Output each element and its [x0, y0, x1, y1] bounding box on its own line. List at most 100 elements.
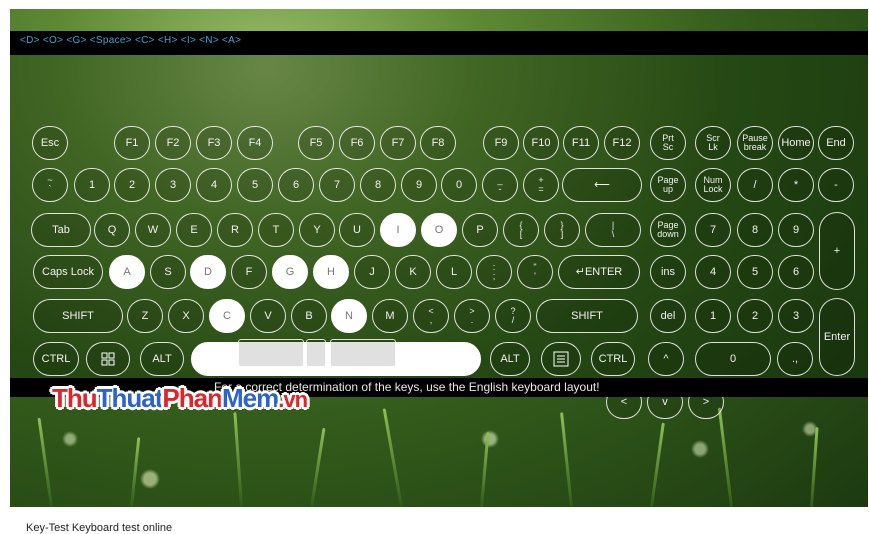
key-o[interactable]: O: [421, 213, 457, 247]
key-np2[interactable]: 2: [737, 299, 773, 333]
key-z[interactable]: Z: [127, 299, 163, 333]
key-esc[interactable]: Esc: [32, 126, 68, 160]
key-np6[interactable]: 6: [778, 255, 814, 289]
key-f[interactable]: F: [231, 255, 267, 289]
key-h[interactable]: H: [313, 255, 349, 289]
key-np7[interactable]: 7: [695, 213, 731, 247]
key-backspace[interactable]: ⟵: [562, 168, 642, 202]
key-s[interactable]: S: [150, 255, 186, 289]
key-np0[interactable]: 0: [695, 342, 771, 376]
key-npenter[interactable]: Enter: [819, 298, 855, 376]
key-f2[interactable]: F2: [155, 126, 191, 160]
key-d2[interactable]: 2: [114, 168, 150, 202]
key-numlock[interactable]: Num Lock: [695, 168, 731, 202]
key-npsub[interactable]: -: [818, 168, 854, 202]
key-tab[interactable]: Tab: [31, 213, 91, 247]
key-qm[interactable]: ? /: [495, 299, 531, 333]
key-d6[interactable]: 6: [278, 168, 314, 202]
key-n[interactable]: N: [331, 299, 367, 333]
key-up[interactable]: ^: [648, 342, 684, 376]
key-f3[interactable]: F3: [196, 126, 232, 160]
key-np4[interactable]: 4: [695, 255, 731, 289]
key-caps[interactable]: Caps Lock: [33, 255, 103, 289]
key-b[interactable]: B: [291, 299, 327, 333]
key-d8[interactable]: 8: [360, 168, 396, 202]
key-f9[interactable]: F9: [483, 126, 519, 160]
key-lt[interactable]: < ,: [413, 299, 449, 333]
key-gt[interactable]: > .: [454, 299, 490, 333]
key-home[interactable]: Home: [778, 126, 814, 160]
key-quote[interactable]: " ': [517, 255, 553, 289]
key-pgdn[interactable]: Page down: [650, 213, 686, 247]
key-e[interactable]: E: [176, 213, 212, 247]
key-m[interactable]: M: [372, 299, 408, 333]
key-np5[interactable]: 5: [737, 255, 773, 289]
key-menu[interactable]: [541, 342, 581, 376]
key-np1[interactable]: 1: [695, 299, 731, 333]
key-f10[interactable]: F10: [523, 126, 559, 160]
key-f1[interactable]: F1: [114, 126, 150, 160]
key-rctrl[interactable]: CTRL: [591, 342, 635, 376]
key-lshift[interactable]: SHIFT: [33, 299, 123, 333]
key-y[interactable]: Y: [299, 213, 335, 247]
key-d4[interactable]: 4: [196, 168, 232, 202]
key-semi[interactable]: : ;: [476, 255, 512, 289]
key-prtsc[interactable]: Prt Sc: [650, 126, 686, 160]
mouse-left-button[interactable]: [238, 339, 304, 367]
key-v[interactable]: V: [250, 299, 286, 333]
key-ins[interactable]: ins: [650, 255, 686, 289]
key-minus[interactable]: _ -: [482, 168, 518, 202]
key-f4[interactable]: F4: [237, 126, 273, 160]
key-ralt[interactable]: ALT: [490, 342, 530, 376]
key-d3[interactable]: 3: [155, 168, 191, 202]
key-d5[interactable]: 5: [237, 168, 273, 202]
key-t[interactable]: T: [258, 213, 294, 247]
key-p[interactable]: P: [462, 213, 498, 247]
key-plus[interactable]: + =: [523, 168, 559, 202]
key-np9[interactable]: 9: [778, 213, 814, 247]
key-k[interactable]: K: [395, 255, 431, 289]
mouse-scroll-button[interactable]: [306, 339, 326, 367]
key-i[interactable]: I: [380, 213, 416, 247]
key-rbrace[interactable]: } ]: [544, 213, 580, 247]
key-u[interactable]: U: [339, 213, 375, 247]
key-np8[interactable]: 8: [737, 213, 773, 247]
key-d[interactable]: D: [190, 255, 226, 289]
key-np3[interactable]: 3: [778, 299, 814, 333]
key-npdiv[interactable]: /: [737, 168, 773, 202]
key-f11[interactable]: F11: [563, 126, 599, 160]
key-npdot[interactable]: .,: [777, 342, 813, 376]
key-lctrl[interactable]: CTRL: [33, 342, 79, 376]
key-npmul[interactable]: *: [778, 168, 814, 202]
key-pgup[interactable]: Page up: [650, 168, 686, 202]
key-f5[interactable]: F5: [298, 126, 334, 160]
key-a[interactable]: A: [109, 255, 145, 289]
key-q[interactable]: Q: [94, 213, 130, 247]
key-f12[interactable]: F12: [604, 126, 640, 160]
key-d1[interactable]: 1: [74, 168, 110, 202]
key-npadd[interactable]: +: [819, 212, 855, 290]
key-l[interactable]: L: [436, 255, 472, 289]
key-lbrace[interactable]: { [: [503, 213, 539, 247]
key-rshift[interactable]: SHIFT: [536, 299, 638, 333]
key-x[interactable]: X: [168, 299, 204, 333]
key-r[interactable]: R: [217, 213, 253, 247]
key-w[interactable]: W: [135, 213, 171, 247]
key-pipe[interactable]: | \: [585, 213, 641, 247]
mouse-right-button[interactable]: [330, 339, 396, 367]
key-enter[interactable]: ↵ENTER: [558, 255, 640, 289]
key-win[interactable]: [86, 342, 130, 376]
key-pause[interactable]: Pause break: [737, 126, 773, 160]
key-del[interactable]: del: [650, 299, 686, 333]
key-c[interactable]: C: [209, 299, 245, 333]
key-f7[interactable]: F7: [380, 126, 416, 160]
key-lalt[interactable]: ALT: [140, 342, 184, 376]
key-d7[interactable]: 7: [319, 168, 355, 202]
key-d0[interactable]: 0: [441, 168, 477, 202]
key-tilde[interactable]: ~ `: [32, 168, 68, 202]
key-scrlk[interactable]: Scr Lk: [695, 126, 731, 160]
key-f8[interactable]: F8: [420, 126, 456, 160]
key-end[interactable]: End: [818, 126, 854, 160]
key-j[interactable]: J: [354, 255, 390, 289]
key-f6[interactable]: F6: [339, 126, 375, 160]
